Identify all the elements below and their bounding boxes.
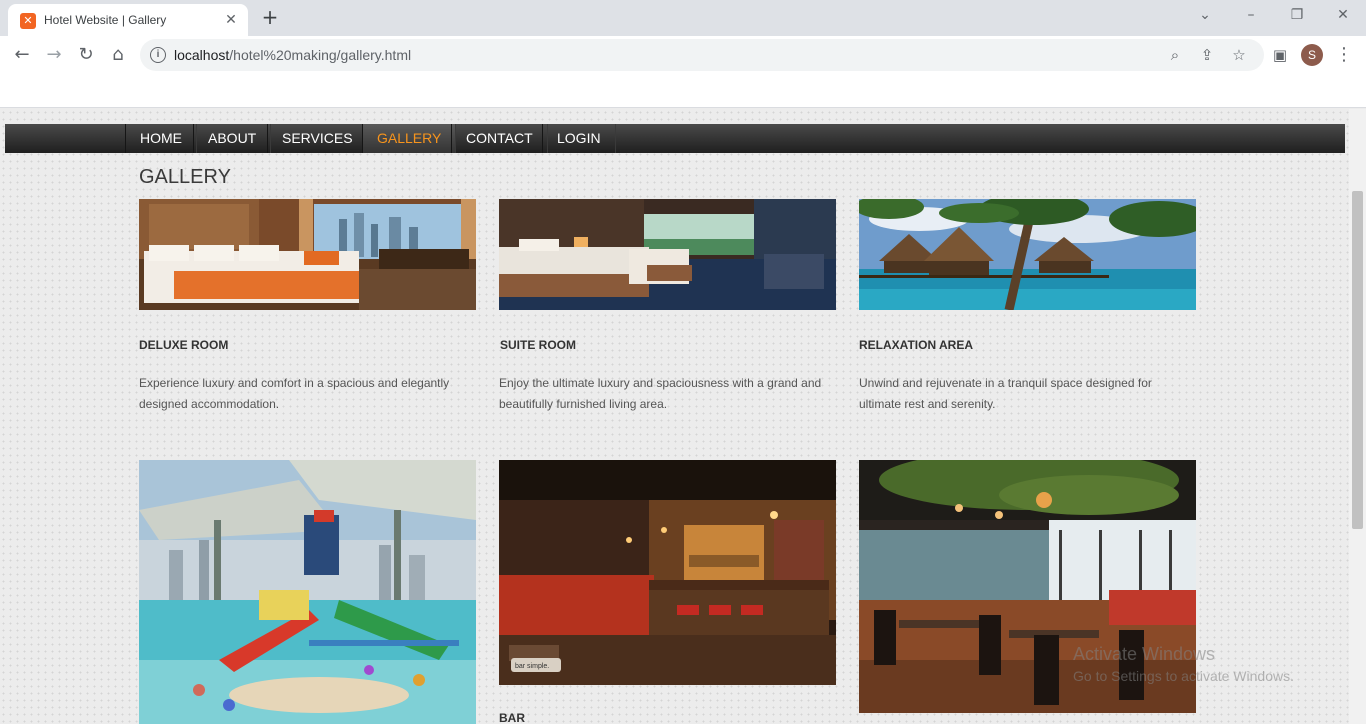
page-title: GALLERY [139,166,231,188]
nav-services[interactable]: SERVICES [267,124,368,153]
browser-tab-strip: ✕ Hotel Website | Gallery ✕ + ⌄ – ❐ ✕ [0,0,1366,36]
home-icon[interactable]: ⌂ [106,43,130,67]
overwater-villas-photo [859,199,1196,310]
close-window-icon[interactable]: ✕ [1331,4,1355,26]
tab-title: Hotel Website | Gallery [44,13,167,27]
site-info-icon[interactable]: i [150,47,166,63]
profile-avatar[interactable]: S [1301,44,1323,66]
restore-icon[interactable]: ❐ [1285,4,1309,26]
browser-tab[interactable]: ✕ Hotel Website | Gallery ✕ [8,4,248,36]
card-description: Experience luxury and comfort in a spaci… [139,376,450,411]
zoom-icon[interactable]: ⌕ [1164,44,1186,66]
menu-kebab-icon[interactable]: ⋮ [1332,43,1356,67]
main-navbar: HOME ABOUT SERVICES GALLERY CONTACT LOGI… [5,124,1345,153]
nav-about[interactable]: ABOUT [193,124,272,153]
side-panel-icon[interactable]: ▣ [1268,43,1292,67]
nav-login[interactable]: LOGIN [542,124,616,153]
card-title: SUITE ROOM [500,338,577,352]
nav-contact[interactable]: CONTACT [451,124,548,153]
activate-windows-subtitle: Go to Settings to activate Windows. [1073,668,1294,684]
browser-toolbar: ← → ↻ ⌂ i localhost/hotel%20making/galle… [0,36,1366,74]
url-text[interactable]: localhost/hotel%20making/gallery.html [174,47,411,63]
page-viewport: HOME ABOUT SERVICES GALLERY CONTACT LOGI… [0,109,1366,724]
card-title: RELAXATION AREA [859,338,973,352]
xampp-icon: ✕ [20,13,36,29]
nav-home[interactable]: HOME [125,124,197,153]
bookmark-star-icon[interactable]: ☆ [1228,44,1250,66]
forward-icon[interactable]: → [42,43,66,67]
activate-windows-title: Activate Windows [1073,644,1216,664]
bar-sign: bar simple. [515,663,549,670]
share-icon[interactable]: ⇪ [1196,44,1218,66]
water-park-photo [139,460,476,724]
suite-room-photo [499,199,836,310]
page-scrollbar[interactable] [1349,109,1366,724]
minimize-icon[interactable]: – [1239,4,1263,26]
card-description: Unwind and rejuvenate in a tranquil spac… [859,376,1152,411]
new-tab-button[interactable]: + [258,6,282,30]
card-title: BAR [499,711,525,724]
nav-gallery[interactable]: GALLERY [362,124,457,153]
deluxe-room-photo [139,199,476,310]
back-icon[interactable]: ← [10,43,34,67]
bar-photo: bar simple. [499,460,836,685]
close-tab-icon[interactable]: ✕ [222,11,240,29]
reload-icon[interactable]: ↻ [74,43,98,67]
card-description: Enjoy the ultimate luxury and spaciousne… [499,376,822,411]
tab-search-icon[interactable]: ⌄ [1193,4,1217,26]
card-title: DELUXE ROOM [139,338,229,352]
address-bar[interactable]: i localhost/hotel%20making/gallery.html … [140,39,1264,71]
scrollbar-thumb[interactable] [1352,191,1363,529]
page-top-area [0,74,1366,108]
